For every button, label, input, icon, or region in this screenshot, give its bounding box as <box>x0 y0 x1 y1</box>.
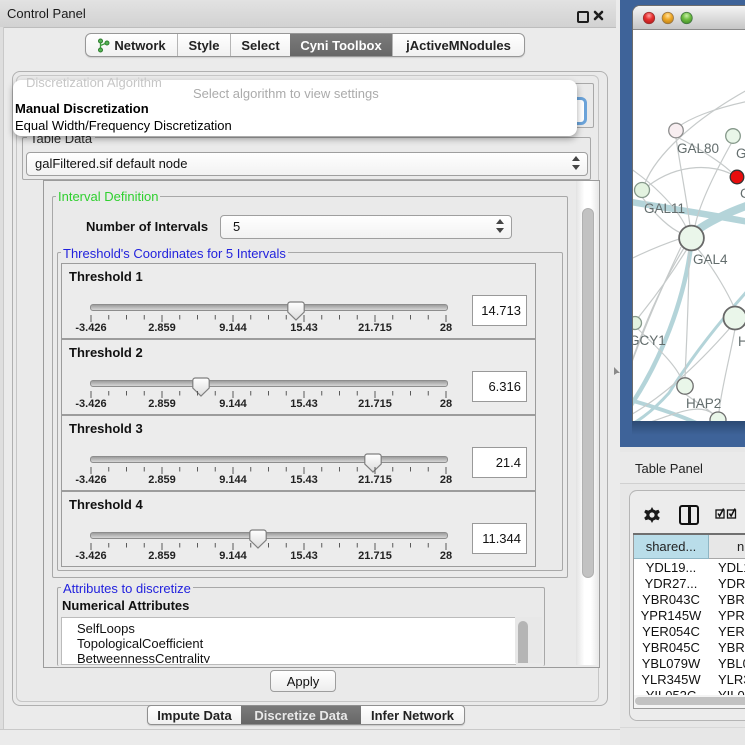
svg-text:GAL80: GAL80 <box>677 141 719 156</box>
svg-text:GA: GA <box>736 146 745 161</box>
svg-text:GAL11: GAL11 <box>644 201 685 216</box>
svg-text:C: C <box>740 186 745 201</box>
svg-text:HAP2: HAP2 <box>686 396 721 411</box>
svg-text:GAL4: GAL4 <box>693 252 728 267</box>
svg-text:GCY1: GCY1 <box>633 333 666 348</box>
svg-text:H: H <box>738 334 745 349</box>
